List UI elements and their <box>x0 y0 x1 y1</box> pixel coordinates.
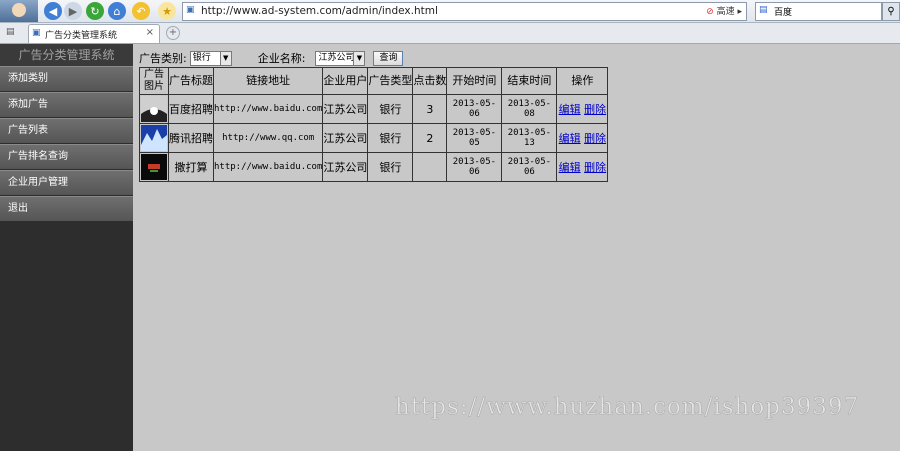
category-select[interactable]: 银行 ▼ <box>189 50 232 66</box>
end-time-cell: 2013-05-08 <box>501 94 558 124</box>
header-ad-title: 广告标题 <box>168 67 214 95</box>
stop-icon[interactable]: ⊘ <box>706 7 714 17</box>
sidebar-item-add-category[interactable]: 添加类别 <box>0 66 133 91</box>
search-value: 百度 <box>774 8 793 18</box>
clicks-cell: 3 <box>412 94 448 124</box>
ad-title-cell: 腾讯招聘 <box>168 123 214 153</box>
address-speed-label[interactable]: ⊘ 高速 ▸ <box>706 4 742 17</box>
main-content: 广告类别: 银行 ▼ 企业名称: 江苏公司 ▼ 查询 广告图片 广告标题 链接地址 … <box>133 44 900 451</box>
actions-cell: 编辑 删除 <box>556 152 609 182</box>
delete-link[interactable]: 删除 <box>584 103 606 116</box>
company-cell: 江苏公司 <box>322 152 369 182</box>
filter-bar: 广告类别: 银行 ▼ 企业名称: 江苏公司 ▼ 查询 <box>139 50 404 66</box>
edit-link[interactable]: 编辑 <box>559 132 581 145</box>
undo-icon[interactable]: ↶ <box>132 2 150 20</box>
table-row: 百度招聘 http://www.baidu.com 江苏公司 银行 3 2013… <box>139 94 609 124</box>
edit-link[interactable]: 编辑 <box>559 103 581 116</box>
address-url: http://www.ad-system.com/admin/index.htm… <box>201 5 438 17</box>
table-header-row: 广告图片 广告标题 链接地址 企业用户 广告类型 点击数 开始时间 结束时间 操… <box>139 67 609 95</box>
header-company-user: 企业用户 <box>322 67 369 95</box>
company-cell: 江苏公司 <box>322 94 369 124</box>
user-avatar[interactable] <box>0 0 38 22</box>
header-link-url: 链接地址 <box>212 67 324 95</box>
ad-type-cell: 银行 <box>367 94 414 124</box>
tab-active[interactable]: ▣ 广告分类管理系统 × <box>28 24 160 43</box>
sidebar-title: 广告分类管理系统 <box>0 44 133 66</box>
clicks-cell: 2 <box>412 123 448 153</box>
company-cell: 江苏公司 <box>322 123 369 153</box>
start-time-cell: 2013-05-06 <box>446 94 503 124</box>
favorite-star-icon[interactable]: ★ <box>158 2 176 20</box>
ad-thumbnail <box>141 125 167 151</box>
tab-title: 广告分类管理系统 <box>45 31 118 41</box>
tab-list-icon[interactable]: ▤ <box>6 27 15 37</box>
company-select[interactable]: 江苏公司 ▼ <box>315 50 366 66</box>
ad-image-cell <box>139 94 169 124</box>
address-bar[interactable]: ▣ http://www.ad-system.com/admin/index.h… <box>182 2 747 21</box>
page-icon: ▣ <box>186 5 195 15</box>
search-input[interactable]: ▤ 百度 <box>755 2 882 21</box>
tab-bar: ▤ ▣ 广告分类管理系统 × + <box>0 23 900 44</box>
ad-title-cell: 撒打算 <box>168 152 214 182</box>
delete-link[interactable]: 删除 <box>584 132 606 145</box>
header-start-time: 开始时间 <box>446 67 503 95</box>
category-label: 广告类别: <box>139 52 187 65</box>
close-icon[interactable]: × <box>146 27 154 38</box>
query-button[interactable]: 查询 <box>373 50 404 66</box>
sidebar-item-add-ad[interactable]: 添加广告 <box>0 92 133 117</box>
ad-image-cell <box>139 123 169 153</box>
end-time-cell: 2013-05-13 <box>501 123 558 153</box>
table-row: 撒打算 http://www.baidu.com 江苏公司 银行 2013-05… <box>139 152 609 182</box>
search-icon[interactable]: ⚲ <box>882 2 900 21</box>
chevron-down-icon: ▼ <box>219 51 231 65</box>
ad-type-cell: 银行 <box>367 152 414 182</box>
home-icon[interactable]: ⌂ <box>108 2 126 20</box>
ad-thumbnail <box>141 96 167 122</box>
company-label: 企业名称: <box>257 52 306 65</box>
watermark: https://www.huzhan.com/ishop39397 <box>395 394 860 421</box>
clicks-cell <box>412 152 448 182</box>
refresh-icon[interactable]: ↻ <box>86 2 104 20</box>
ad-type-cell: 银行 <box>367 123 414 153</box>
ad-table: 广告图片 广告标题 链接地址 企业用户 广告类型 点击数 开始时间 结束时间 操… <box>139 67 609 182</box>
actions-cell: 编辑 删除 <box>556 94 609 124</box>
new-tab-icon[interactable]: + <box>166 26 180 40</box>
header-clicks: 点击数 <box>412 67 448 95</box>
sidebar-item-ad-list[interactable]: 广告列表 <box>0 118 133 143</box>
start-time-cell: 2013-05-05 <box>446 123 503 153</box>
sidebar-item-ad-ranking[interactable]: 广告排名查询 <box>0 144 133 169</box>
edit-link[interactable]: 编辑 <box>559 161 581 174</box>
header-end-time: 结束时间 <box>501 67 558 95</box>
ad-thumbnail <box>141 154 167 180</box>
chevron-down-icon: ▼ <box>353 51 365 65</box>
ad-title-cell: 百度招聘 <box>168 94 214 124</box>
ad-image-cell <box>139 152 169 182</box>
link-url-cell: http://www.baidu.com <box>212 152 324 182</box>
forward-arrow-icon[interactable]: ▶ <box>64 2 82 20</box>
table-row: 腾讯招聘 http://www.qq.com 江苏公司 银行 2 2013-05… <box>139 123 609 153</box>
end-time-cell: 2013-05-06 <box>501 152 558 182</box>
link-url-cell: http://www.qq.com <box>212 123 324 153</box>
header-ad-type: 广告类型 <box>367 67 414 95</box>
back-arrow-icon[interactable]: ◀ <box>44 2 62 20</box>
search-engine-icon: ▤ <box>759 5 768 15</box>
header-actions: 操作 <box>556 67 609 95</box>
actions-cell: 编辑 删除 <box>556 123 609 153</box>
start-time-cell: 2013-05-06 <box>446 152 503 182</box>
sidebar-item-logout[interactable]: 退出 <box>0 196 133 221</box>
browser-toolbar: ◀ ▶ ↻ ⌂ ↶ ★ ▣ http://www.ad-system.com/a… <box>0 0 900 23</box>
header-ad-image: 广告图片 <box>139 67 169 95</box>
sidebar: 广告分类管理系统 添加类别 添加广告 广告列表 广告排名查询 企业用户管理 退出 <box>0 44 133 451</box>
sidebar-item-user-management[interactable]: 企业用户管理 <box>0 170 133 195</box>
link-url-cell: http://www.baidu.com <box>212 94 324 124</box>
tab-page-icon: ▣ <box>32 28 41 38</box>
delete-link[interactable]: 删除 <box>584 161 606 174</box>
